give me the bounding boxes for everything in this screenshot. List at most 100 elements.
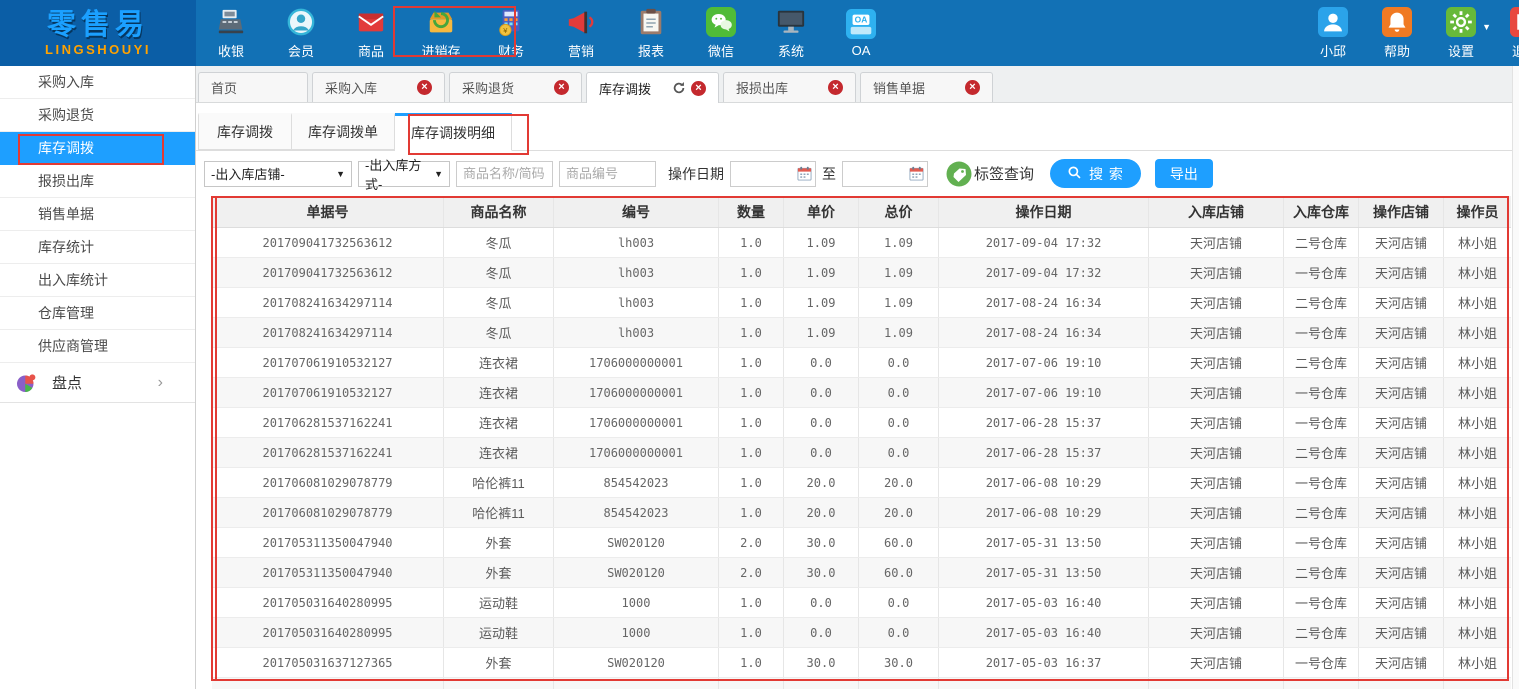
sidebar-item-supplier-management[interactable]: 供应商管理 xyxy=(0,330,195,363)
table-cell xyxy=(939,678,1149,689)
table-row[interactable]: 201705031640280995运动鞋10001.00.00.02017-0… xyxy=(212,588,1511,618)
table-row[interactable]: 201708241634297114冬瓜lh0031.01.091.092017… xyxy=(212,318,1511,348)
search-button[interactable]: 搜 索 xyxy=(1050,159,1141,188)
table-cell: 天河店铺 xyxy=(1149,438,1284,467)
table-cell: 冬瓜 xyxy=(444,318,554,347)
topnav-item-inventory[interactable]: 进销存 xyxy=(406,0,476,66)
subtab-inventory-transfer[interactable]: 库存调拨 xyxy=(198,113,292,150)
subtab-inventory-transfer-orders[interactable]: 库存调拨单 xyxy=(292,113,395,150)
table-row[interactable]: 201705031637127365外套SW0201201.030.030.02… xyxy=(212,648,1511,678)
sidebar: 采购入库采购退货库存调拨报损出库销售单据库存统计出入库统计仓库管理供应商管理盘点… xyxy=(0,66,196,689)
topnav-item-settings[interactable]: 设置▼ xyxy=(1429,0,1493,66)
table-row[interactable]: 201706081029078779哈伦裤118545420231.020.02… xyxy=(212,468,1511,498)
close-icon[interactable]: × xyxy=(417,80,432,95)
sidebar-item-loss-outbound[interactable]: 报损出库 xyxy=(0,165,195,198)
topnav-item-marketing[interactable]: 营销 xyxy=(546,0,616,66)
tab-purchase-return[interactable]: 采购退货× xyxy=(449,72,582,102)
sidebar-item-purchase-return[interactable]: 采购退货 xyxy=(0,99,195,132)
table-row[interactable]: 201706281537162241连衣裙17060000000011.00.0… xyxy=(212,438,1511,468)
topnav-item-user[interactable]: 小邱 xyxy=(1301,0,1365,66)
topnav-item-wechat[interactable]: 微信 xyxy=(686,0,756,66)
oa-icon: OA xyxy=(846,9,876,39)
sidebar-item-inventory-transfer[interactable]: 库存调拨 xyxy=(0,132,195,165)
tab-home[interactable]: 首页 xyxy=(198,72,308,102)
sidebar-group-stocktaking[interactable]: 盘点› xyxy=(0,363,195,403)
sidebar-item-sales-orders[interactable]: 销售单据 xyxy=(0,198,195,231)
table-row[interactable]: 201705031640280995运动鞋10001.00.00.02017-0… xyxy=(212,618,1511,648)
table-row[interactable]: 201708241634297114冬瓜lh0031.01.091.092017… xyxy=(212,288,1511,318)
table-row[interactable]: 201707061910532127连衣裙17060000000011.00.0… xyxy=(212,378,1511,408)
table-cell: 2017-05-31 13:50 xyxy=(939,528,1149,557)
brand-logo[interactable]: 零售易 LINGSHOUYI xyxy=(0,0,196,66)
table-cell: 天河店铺 xyxy=(1149,558,1284,587)
table-cell: 运动鞋 xyxy=(444,588,554,617)
refresh-icon[interactable] xyxy=(672,81,686,95)
table-row[interactable]: 201705311350047940外套SW0201202.030.060.02… xyxy=(212,528,1511,558)
table-cell: 天河店铺 xyxy=(1359,408,1444,437)
topnav-item-report[interactable]: 报表 xyxy=(616,0,686,66)
table-cell: 一号仓库 xyxy=(1284,258,1359,287)
tab-purchase-inbound[interactable]: 采购入库× xyxy=(312,72,445,102)
table-cell: 2017-05-03 16:40 xyxy=(939,618,1149,647)
topnav-item-help[interactable]: 帮助 xyxy=(1365,0,1429,66)
table-row[interactable]: 201706081029078779哈伦裤118545420231.020.02… xyxy=(212,498,1511,528)
close-icon[interactable]: × xyxy=(965,80,980,95)
topnav-item-cashier[interactable]: 收银 xyxy=(196,0,266,66)
table-cell: 1.0 xyxy=(719,468,784,497)
subtab-inventory-transfer-details[interactable]: 库存调拨明细 xyxy=(395,113,512,151)
product-name-input[interactable] xyxy=(456,161,553,187)
table-row[interactable]: 201709041732563612冬瓜lh0031.01.091.092017… xyxy=(212,228,1511,258)
member-icon xyxy=(286,7,316,37)
table-cell: 二号仓库 xyxy=(1284,558,1359,587)
table-row[interactable]: 201706281537162241连衣裙17060000000011.00.0… xyxy=(212,408,1511,438)
topnav-item-product[interactable]: 商品 xyxy=(336,0,406,66)
tag-search-link[interactable]: 标签查询 xyxy=(946,161,1034,187)
table-cell: 林小姐 xyxy=(1444,228,1511,257)
date-from-input[interactable] xyxy=(734,167,796,181)
table-row[interactable]: 201705311350047940外套SW0201202.030.060.02… xyxy=(212,558,1511,588)
topnav-item-finance[interactable]: ¥财务 xyxy=(476,0,546,66)
table-cell: 2017-06-28 15:37 xyxy=(939,438,1149,467)
table-cell: 一号仓库 xyxy=(1284,378,1359,407)
product-code-input[interactable] xyxy=(559,161,656,187)
topnav-item-oa[interactable]: OAOA xyxy=(826,0,896,66)
store-filter-select[interactable]: -出入库店铺- ▼ xyxy=(204,161,352,187)
close-icon[interactable]: × xyxy=(691,81,706,96)
topnav-item-logout[interactable]: 退出 xyxy=(1493,0,1519,66)
table-cell: 1.0 xyxy=(719,648,784,677)
table-cell: 1.0 xyxy=(719,258,784,287)
tab-sales-orders[interactable]: 销售单据× xyxy=(860,72,993,102)
topnav-item-system[interactable]: 系统 xyxy=(756,0,826,66)
export-button[interactable]: 导出 xyxy=(1155,159,1213,188)
table-cell: SW020120 xyxy=(554,528,719,557)
sidebar-item-inbound-outbound-stats[interactable]: 出入库统计 xyxy=(0,264,195,297)
table-cell: 林小姐 xyxy=(1444,288,1511,317)
close-icon[interactable]: × xyxy=(554,80,569,95)
table-row[interactable]: 201709041732563612冬瓜lh0031.01.091.092017… xyxy=(212,258,1511,288)
table-row[interactable]: 201707061910532127连衣裙17060000000011.00.0… xyxy=(212,348,1511,378)
table-cell: 林小姐 xyxy=(1444,348,1511,377)
topnav-item-member[interactable]: 会员 xyxy=(266,0,336,66)
table-cell: 30.0 xyxy=(784,648,859,677)
close-icon[interactable]: × xyxy=(828,80,843,95)
table-cell: 冬瓜 xyxy=(444,288,554,317)
date-to-input[interactable] xyxy=(846,167,908,181)
topnav-item-label: 会员 xyxy=(288,41,314,60)
sidebar-item-purchase-inbound[interactable]: 采购入库 xyxy=(0,66,195,99)
settings-icon xyxy=(1446,7,1476,37)
table-cell: 854542023 xyxy=(554,498,719,527)
user-icon xyxy=(1318,7,1348,37)
cash-register-icon xyxy=(216,7,246,37)
sidebar-item-inventory-stats[interactable]: 库存统计 xyxy=(0,231,195,264)
scrollbar-gutter[interactable] xyxy=(1512,66,1519,689)
method-filter-select[interactable]: -出入库方式- ▼ xyxy=(358,161,450,187)
tab-loss-outbound[interactable]: 报损出库× xyxy=(723,72,856,102)
calendar-icon[interactable] xyxy=(797,166,812,181)
tab-inventory-transfer[interactable]: 库存调拨× xyxy=(586,72,719,103)
table-cell: 外套 xyxy=(444,558,554,587)
table-cell xyxy=(1444,678,1511,689)
table-cell: 30.0 xyxy=(784,528,859,557)
sidebar-item-warehouse-management[interactable]: 仓库管理 xyxy=(0,297,195,330)
table-cell: 1.0 xyxy=(719,588,784,617)
calendar-icon[interactable] xyxy=(909,166,924,181)
